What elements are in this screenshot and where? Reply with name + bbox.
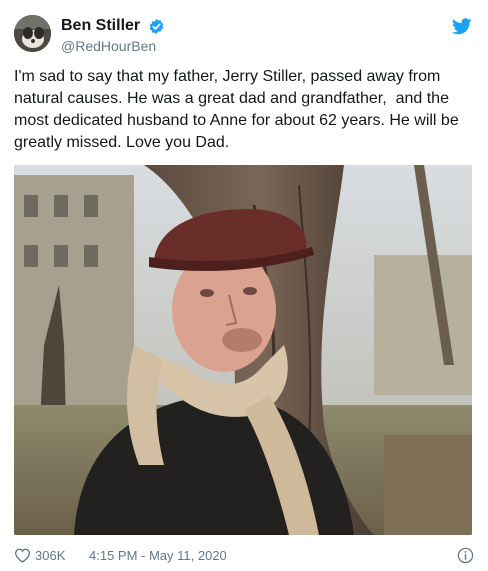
verified-badge-icon (149, 18, 163, 34)
tweet-card: Ben Stiller @RedHourBen I'm sad to say t… (0, 0, 488, 571)
tweet-timestamp[interactable]: 4:15 PM - May 11, 2020 (89, 548, 227, 563)
tweet-photo[interactable] (14, 165, 472, 535)
tweet-header: Ben Stiller @RedHourBen (14, 14, 474, 56)
tweet-text: I'm sad to say that my father, Jerry Sti… (14, 68, 464, 151)
elderly-man-by-tree-photo-icon (14, 165, 472, 535)
handle[interactable]: @RedHourBen (61, 37, 165, 55)
tweet-footer: 306K 4:15 PM - May 11, 2020 (14, 545, 474, 565)
heart-icon[interactable] (14, 548, 31, 563)
author-names: Ben Stiller @RedHourBen (61, 16, 165, 55)
like-count: 306K (35, 548, 66, 563)
display-name[interactable]: Ben Stiller (61, 16, 140, 36)
avatar[interactable] (14, 15, 51, 52)
twitter-bird-icon[interactable] (452, 18, 472, 35)
info-icon[interactable] (457, 547, 474, 564)
